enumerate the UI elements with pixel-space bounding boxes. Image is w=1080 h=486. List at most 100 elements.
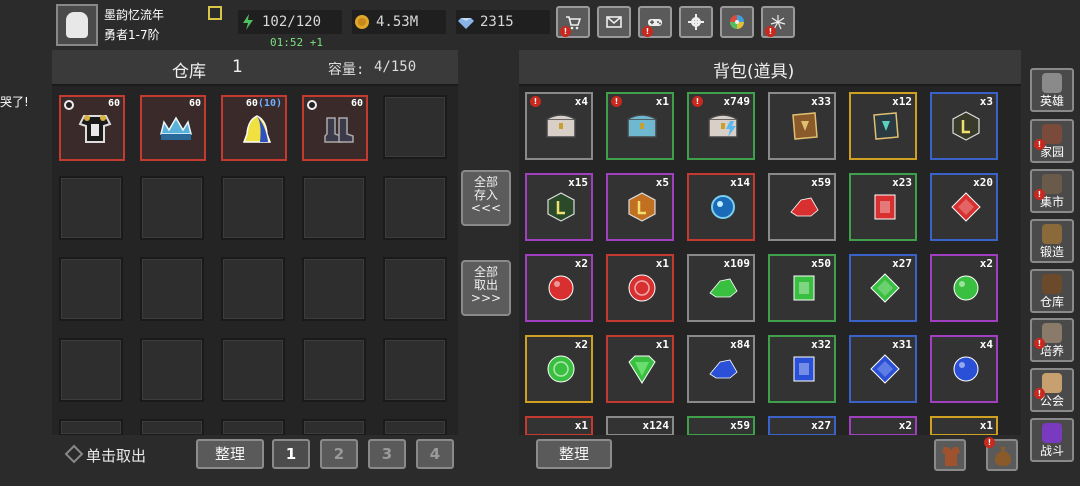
backpack-item-slot[interactable]: x2 bbox=[849, 416, 917, 436]
backpack-item-slot[interactable]: x15 bbox=[525, 173, 593, 241]
page-button-3[interactable]: 3 bbox=[368, 439, 406, 469]
backpack-item-slot[interactable]: x20 bbox=[930, 173, 998, 241]
backpack-item-slot[interactable]: x4! bbox=[525, 92, 593, 160]
status-dot bbox=[307, 100, 317, 110]
warehouse-item-boots[interactable]: 60 bbox=[302, 95, 368, 161]
avatar[interactable] bbox=[56, 4, 98, 46]
page-button-4[interactable]: 4 bbox=[416, 439, 454, 469]
item-count: x20 bbox=[973, 176, 993, 189]
sidebar-item-label: 仓库 bbox=[1039, 295, 1064, 309]
store-all-arrows: <<< bbox=[470, 201, 502, 215]
backpack-item-slot[interactable]: x124 bbox=[606, 416, 674, 436]
warehouse-item-bell-cape[interactable]: 60(10) bbox=[221, 95, 287, 161]
blue-square-gem-icon bbox=[793, 356, 815, 382]
sidebar-item-battle-portal[interactable]: 战斗 bbox=[1030, 418, 1074, 462]
warehouse-empty-slot[interactable] bbox=[140, 257, 204, 321]
warehouse-empty-slot[interactable] bbox=[383, 338, 447, 402]
backpack-item-slot[interactable]: x109 bbox=[687, 254, 755, 322]
warehouse-empty-slot[interactable] bbox=[302, 338, 366, 402]
backpack-item-slot[interactable]: x1 bbox=[606, 254, 674, 322]
backpack-item-slot[interactable]: x1 bbox=[606, 335, 674, 403]
warehouse-empty-slot[interactable] bbox=[383, 257, 447, 321]
warehouse-empty-slot[interactable] bbox=[221, 419, 285, 436]
backpack-item-slot[interactable]: x1! bbox=[606, 92, 674, 160]
mail-button[interactable] bbox=[597, 6, 631, 38]
backpack-item-slot[interactable]: x59 bbox=[768, 173, 836, 241]
warehouse-empty-slot[interactable] bbox=[302, 419, 366, 436]
edit-icon[interactable] bbox=[208, 6, 222, 20]
warehouse-sort-button[interactable]: 整理 bbox=[196, 439, 264, 469]
warehouse-empty-slot[interactable] bbox=[221, 338, 285, 402]
alert-badge: ! bbox=[692, 96, 703, 107]
sidebar-item-guild[interactable]: 公会! bbox=[1030, 368, 1074, 412]
shop-button[interactable]: ! bbox=[556, 6, 590, 38]
warehouse-empty-slot[interactable] bbox=[221, 257, 285, 321]
gem-stat: 2315 bbox=[456, 10, 550, 34]
sidebar-item-warehouse[interactable]: 仓库 bbox=[1030, 269, 1074, 313]
take-out-hint[interactable]: 单击取出 bbox=[86, 445, 146, 466]
backpack-item-slot[interactable]: x23 bbox=[849, 173, 917, 241]
backpack-item-slot[interactable]: x749! bbox=[687, 92, 755, 160]
warehouse-item-armor[interactable]: 60 bbox=[59, 95, 125, 161]
gamepad-button[interactable]: ! bbox=[638, 6, 672, 38]
alert-badge: ! bbox=[530, 96, 541, 107]
take-all-button[interactable]: 全部 取出 >>> bbox=[461, 260, 511, 316]
backpack-item-slot[interactable]: x14 bbox=[687, 173, 755, 241]
warehouse-empty-slot[interactable] bbox=[59, 257, 123, 321]
item-count: x2 bbox=[574, 257, 588, 270]
backpack-sort-button[interactable]: 整理 bbox=[536, 439, 612, 469]
warehouse-empty-slot[interactable] bbox=[383, 95, 447, 159]
backpack-item-slot[interactable]: x2 bbox=[930, 254, 998, 322]
warehouse-empty-slot[interactable] bbox=[140, 338, 204, 402]
backpack-item-slot[interactable]: x4 bbox=[930, 335, 998, 403]
fireworks-button[interactable]: ! bbox=[761, 6, 795, 38]
settings-button[interactable] bbox=[679, 6, 713, 38]
page-button-2[interactable]: 2 bbox=[320, 439, 358, 469]
item-count: x749 bbox=[723, 95, 751, 108]
backpack-item-slot[interactable]: x31 bbox=[849, 335, 917, 403]
sidebar-item-helmet[interactable]: 英雄 bbox=[1030, 68, 1074, 112]
item-count: x32 bbox=[811, 338, 831, 351]
backpack-item-slot[interactable]: x27 bbox=[849, 254, 917, 322]
warehouse-empty-slot[interactable] bbox=[302, 257, 366, 321]
sidebar-item-training[interactable]: 培养! bbox=[1030, 318, 1074, 362]
item-count: x1 bbox=[979, 419, 993, 432]
backpack-item-slot[interactable]: x32 bbox=[768, 335, 836, 403]
warehouse-empty-slot[interactable] bbox=[59, 176, 123, 240]
warehouse-empty-slot[interactable] bbox=[221, 176, 285, 240]
diamond-outline-icon bbox=[64, 444, 84, 464]
backpack-item-slot[interactable]: x27 bbox=[768, 416, 836, 436]
backpack-item-slot[interactable]: x12 bbox=[849, 92, 917, 160]
page-button-1[interactable]: 1 bbox=[272, 439, 310, 469]
warehouse-item-crown[interactable]: 60 bbox=[140, 95, 206, 161]
backpack-item-slot[interactable]: x5 bbox=[606, 173, 674, 241]
equip-armor-button[interactable] bbox=[934, 439, 966, 471]
sidebar-item-market[interactable]: 集市! bbox=[1030, 169, 1074, 213]
backpack-item-slot[interactable]: x33 bbox=[768, 92, 836, 160]
item-count: x33 bbox=[811, 95, 831, 108]
backpack-item-slot[interactable]: x59 bbox=[687, 416, 755, 436]
warehouse-empty-slot[interactable] bbox=[383, 176, 447, 240]
warehouse-empty-slot[interactable] bbox=[140, 176, 204, 240]
warehouse-empty-slot[interactable] bbox=[383, 419, 447, 436]
sidebar-item-anvil[interactable]: 锻造 bbox=[1030, 219, 1074, 263]
backpack-item-slot[interactable]: x1 bbox=[930, 416, 998, 436]
backpack-item-slot[interactable]: x2 bbox=[525, 335, 593, 403]
warehouse-empty-slot[interactable] bbox=[59, 338, 123, 402]
warehouse-empty-slot[interactable] bbox=[302, 176, 366, 240]
white-chest-icon bbox=[546, 114, 576, 138]
backpack-item-slot[interactable]: x50 bbox=[768, 254, 836, 322]
store-all-button[interactable]: 全部 存入 <<< bbox=[461, 170, 511, 226]
backpack-item-slot[interactable]: x84 bbox=[687, 335, 755, 403]
sidebar-item-castle[interactable]: 家园! bbox=[1030, 119, 1074, 163]
warehouse-empty-slot[interactable] bbox=[59, 419, 123, 436]
backpack-item-slot[interactable]: x1 bbox=[525, 416, 593, 436]
loot-bag-button[interactable]: ! bbox=[984, 437, 1018, 471]
item-count: 60 bbox=[350, 98, 363, 109]
green-rune-icon bbox=[547, 192, 575, 222]
warehouse-empty-slot[interactable] bbox=[140, 419, 204, 436]
wheel-button[interactable] bbox=[720, 6, 754, 38]
lightning-icon bbox=[243, 14, 253, 30]
backpack-item-slot[interactable]: x2 bbox=[525, 254, 593, 322]
backpack-item-slot[interactable]: x3 bbox=[930, 92, 998, 160]
